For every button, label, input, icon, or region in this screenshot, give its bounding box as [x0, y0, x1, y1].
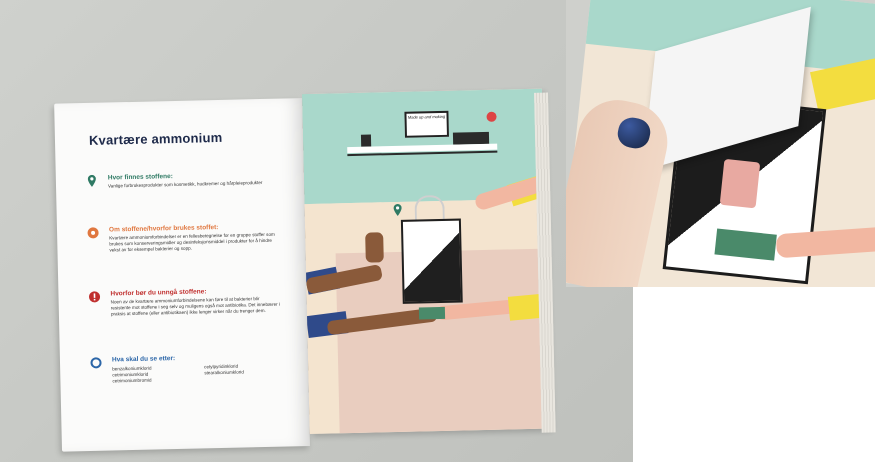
section-where-found: Hvor finnes stoffene: Vanlige forbrukesp…	[86, 170, 286, 189]
open-booklet: Kvartære ammonium Hvor finnes stoffene: …	[54, 84, 562, 457]
location-pin-icon	[393, 203, 402, 216]
section-heading: Hvor finnes stoffene:	[107, 173, 173, 182]
jars-icon	[452, 131, 490, 145]
product-label	[719, 158, 761, 209]
section-why-avoid: Hvorfor bør du unngå stoffene: Noen av d…	[88, 286, 288, 316]
section-why-used: Om stoffene/hvorfor brukes stoffet: Kvar…	[87, 222, 287, 252]
section-body: Vanlige forbrukesprodukter som kosmetikk…	[107, 180, 263, 189]
plant-icon	[360, 134, 372, 147]
gear-icon	[87, 227, 99, 239]
section-body: Kvartære ammoniumforbindelser er en fell…	[109, 231, 275, 253]
section-heading: Hvorfor bør du unngå stoffene:	[110, 288, 207, 298]
section-heading: Om stoffene/hvorfor brukes stoffet:	[108, 224, 219, 234]
list-item: stearalkoniumklorid	[204, 369, 244, 376]
booklet-right-page-illustration: Made up and making	[301, 88, 550, 435]
cash-icon	[418, 306, 446, 320]
page-title: Kvartære ammonium	[88, 129, 223, 148]
wall-frame: Made up and making	[404, 110, 449, 138]
stop-hand-icon	[365, 232, 384, 263]
section-body: Noen av de kvartære ammoniumforbindelsen…	[110, 296, 281, 317]
ring-icon	[90, 357, 102, 369]
lift-flap-photo	[566, 0, 875, 287]
exclamation-icon	[88, 291, 101, 303]
list-item: cetrimoniumbromid	[112, 377, 152, 384]
shopping-bag-icon	[400, 218, 463, 304]
booklet-photo: Kvartære ammonium Hvor finnes stoffene: …	[0, 0, 633, 462]
section-heading: Hva skal du se etter:	[111, 355, 176, 364]
section-what-to-look-for: Hva skal du se etter: benzalkoniumklorid…	[90, 352, 290, 383]
booklet-left-page: Kvartære ammonium Hvor finnes stoffene: …	[54, 98, 310, 452]
ingredient-list: benzalkoniumklorid cetylpyridinklorid ce…	[112, 362, 302, 384]
location-pin-icon	[86, 174, 98, 187]
